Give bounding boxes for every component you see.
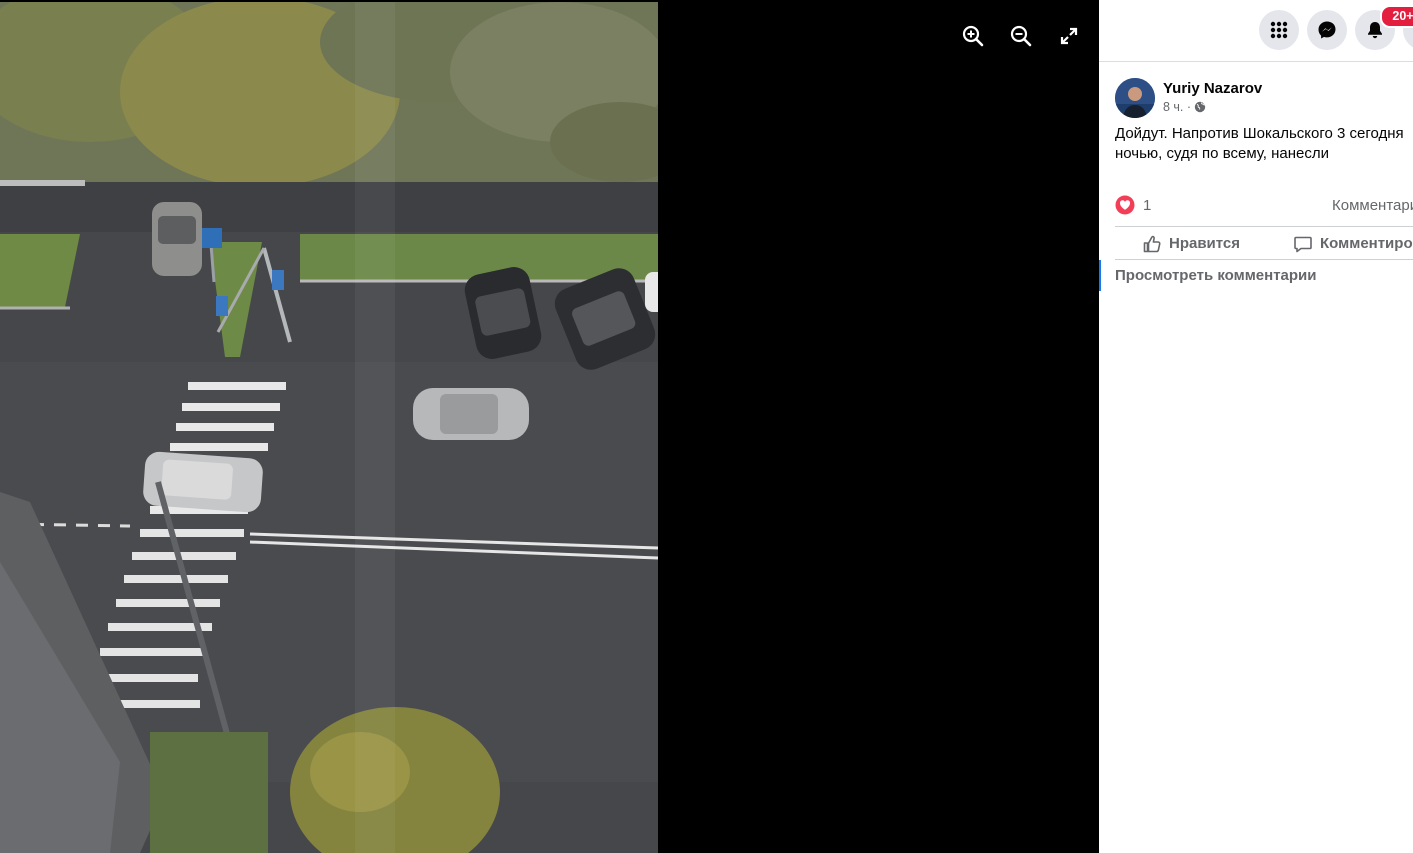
author-name[interactable]: Yuriy Nazarov <box>1163 80 1262 97</box>
post-text: Дойдут. Напротив Шокальского 3 сегодня н… <box>1115 125 1404 162</box>
globe-icon <box>1194 101 1206 113</box>
zoom-out-button[interactable] <box>1007 22 1035 50</box>
comment-label: Комментировать <box>1320 235 1413 252</box>
street-photo-image <box>0 2 658 853</box>
post-time[interactable]: 8 ч. · <box>1163 100 1191 114</box>
zoom-in-icon <box>962 25 984 47</box>
zoom-out-icon <box>1010 25 1032 47</box>
photo-viewer <box>0 0 1099 853</box>
comment-icon <box>1294 236 1312 252</box>
avatar-image <box>1115 78 1155 118</box>
notifications-badge: 20+ <box>1380 5 1413 28</box>
love-reaction-icon[interactable] <box>1115 195 1135 215</box>
post-side-panel: 20+ Yuriy Nazarov 8 ч. · Дойдут. Напроти… <box>1099 0 1413 853</box>
reactions-summary: 1 Комментарии <box>1115 195 1413 217</box>
grid-menu-icon <box>1270 21 1288 39</box>
like-button[interactable]: Нравится <box>1142 227 1240 260</box>
expand-icon <box>1060 27 1078 45</box>
post-photo[interactable] <box>0 2 658 853</box>
post-meta: 8 ч. · <box>1163 100 1206 114</box>
thumbs-up-icon <box>1143 235 1161 252</box>
comment-button[interactable]: Комментировать <box>1293 227 1413 260</box>
messenger-button[interactable] <box>1307 10 1347 50</box>
zoom-in-button[interactable] <box>959 22 987 50</box>
fullscreen-button[interactable] <box>1055 22 1083 50</box>
view-comments-link[interactable]: Просмотреть комментарии <box>1115 267 1317 284</box>
focus-indicator <box>1099 260 1101 291</box>
like-label: Нравится <box>1169 235 1241 252</box>
messenger-icon <box>1318 21 1336 39</box>
comments-link[interactable]: Комментарии <box>1332 197 1413 214</box>
menu-button[interactable] <box>1259 10 1299 50</box>
post-actions: Нравится Комментировать <box>1115 226 1413 260</box>
reaction-count[interactable]: 1 <box>1143 197 1151 214</box>
top-navigation: 20+ <box>1099 0 1413 62</box>
avatar[interactable] <box>1115 78 1155 118</box>
